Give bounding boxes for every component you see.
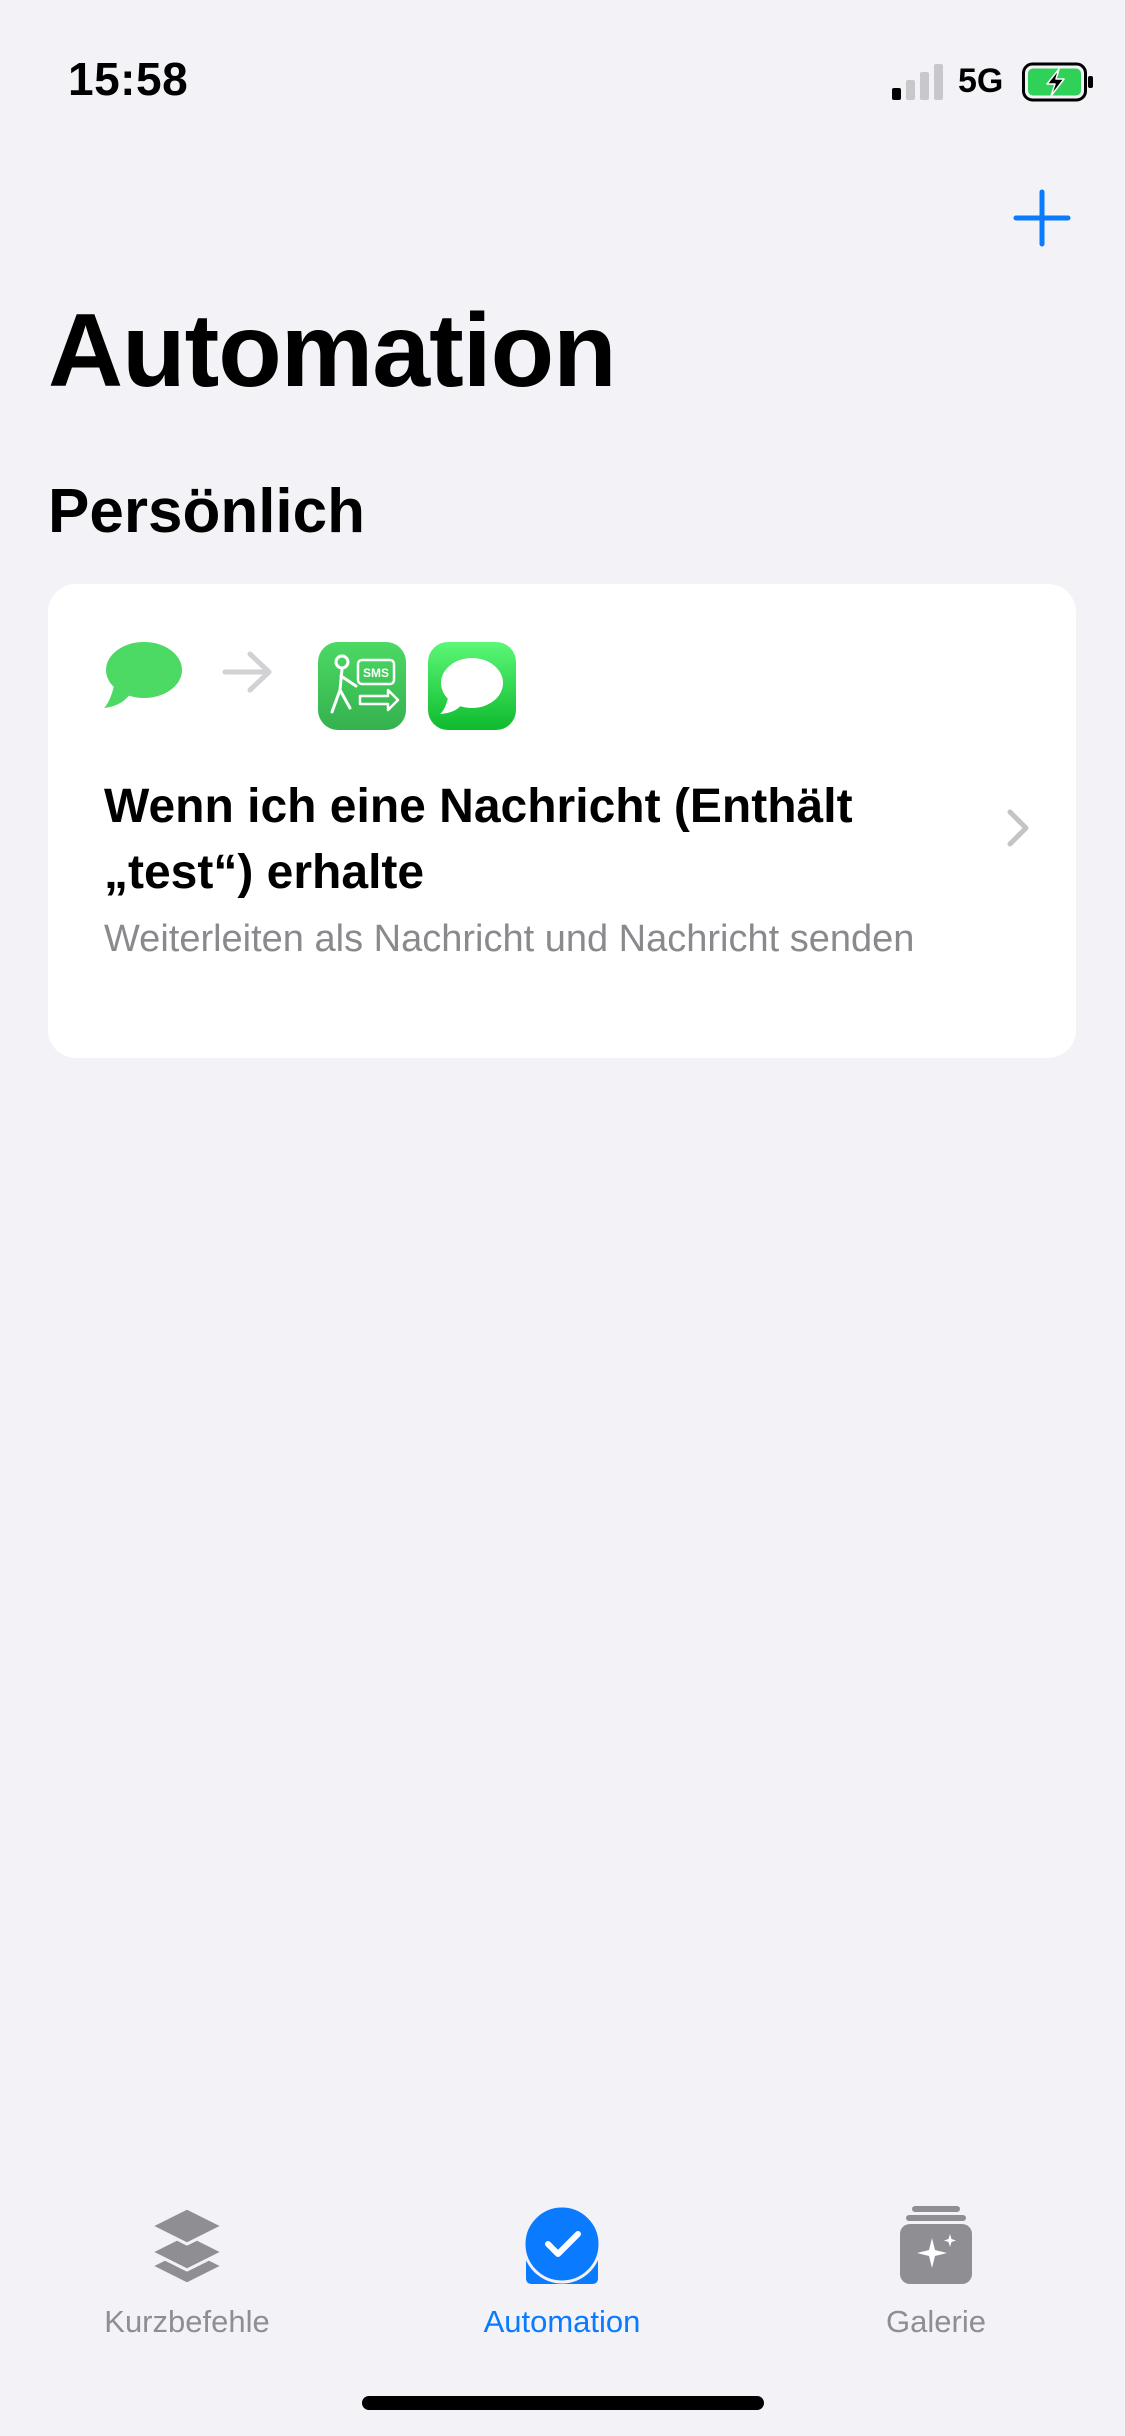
status-time: 15:58	[68, 53, 189, 105]
automation-card[interactable]: SMS Wenn ich eine Nachricht (Enthält „te…	[48, 584, 1076, 1058]
cellular-signal-icon	[892, 64, 943, 100]
arrow-right-icon	[222, 651, 272, 693]
plus-icon	[1013, 189, 1071, 247]
page-title: Automation	[48, 293, 617, 409]
tab-label-gallery: Galerie	[886, 2304, 986, 2339]
battery-charging-icon	[1022, 62, 1093, 102]
home-indicator[interactable]	[362, 2396, 764, 2410]
network-type: 5G	[958, 62, 1004, 100]
forward-sms-icon: SMS	[318, 642, 406, 730]
tab-gallery[interactable]: Galerie	[806, 2204, 1066, 2354]
tab-label-shortcuts: Kurzbefehle	[104, 2304, 270, 2339]
status-bar: 15:58 5G	[0, 0, 1125, 150]
sparkle-stack-icon	[900, 2206, 972, 2284]
message-bubble-icon	[104, 642, 182, 708]
tab-automation[interactable]: Automation	[432, 2204, 692, 2354]
automation-subtitle: Weiterleiten als Nachricht und Nachricht…	[104, 918, 915, 960]
automation-title: Wenn ich eine Nachricht (Enthält „test“)…	[104, 780, 853, 899]
tab-shortcuts[interactable]: Kurzbefehle	[57, 2204, 317, 2354]
tab-label-automation: Automation	[483, 2304, 641, 2339]
add-button[interactable]	[1012, 188, 1072, 248]
section-title: Persönlich	[48, 477, 365, 546]
chevron-right-icon	[1007, 809, 1029, 847]
sms-badge-text: SMS	[363, 666, 389, 680]
checkmark-clock-icon	[522, 2204, 602, 2284]
messages-app-icon	[428, 642, 516, 730]
layers-icon	[149, 2206, 225, 2286]
